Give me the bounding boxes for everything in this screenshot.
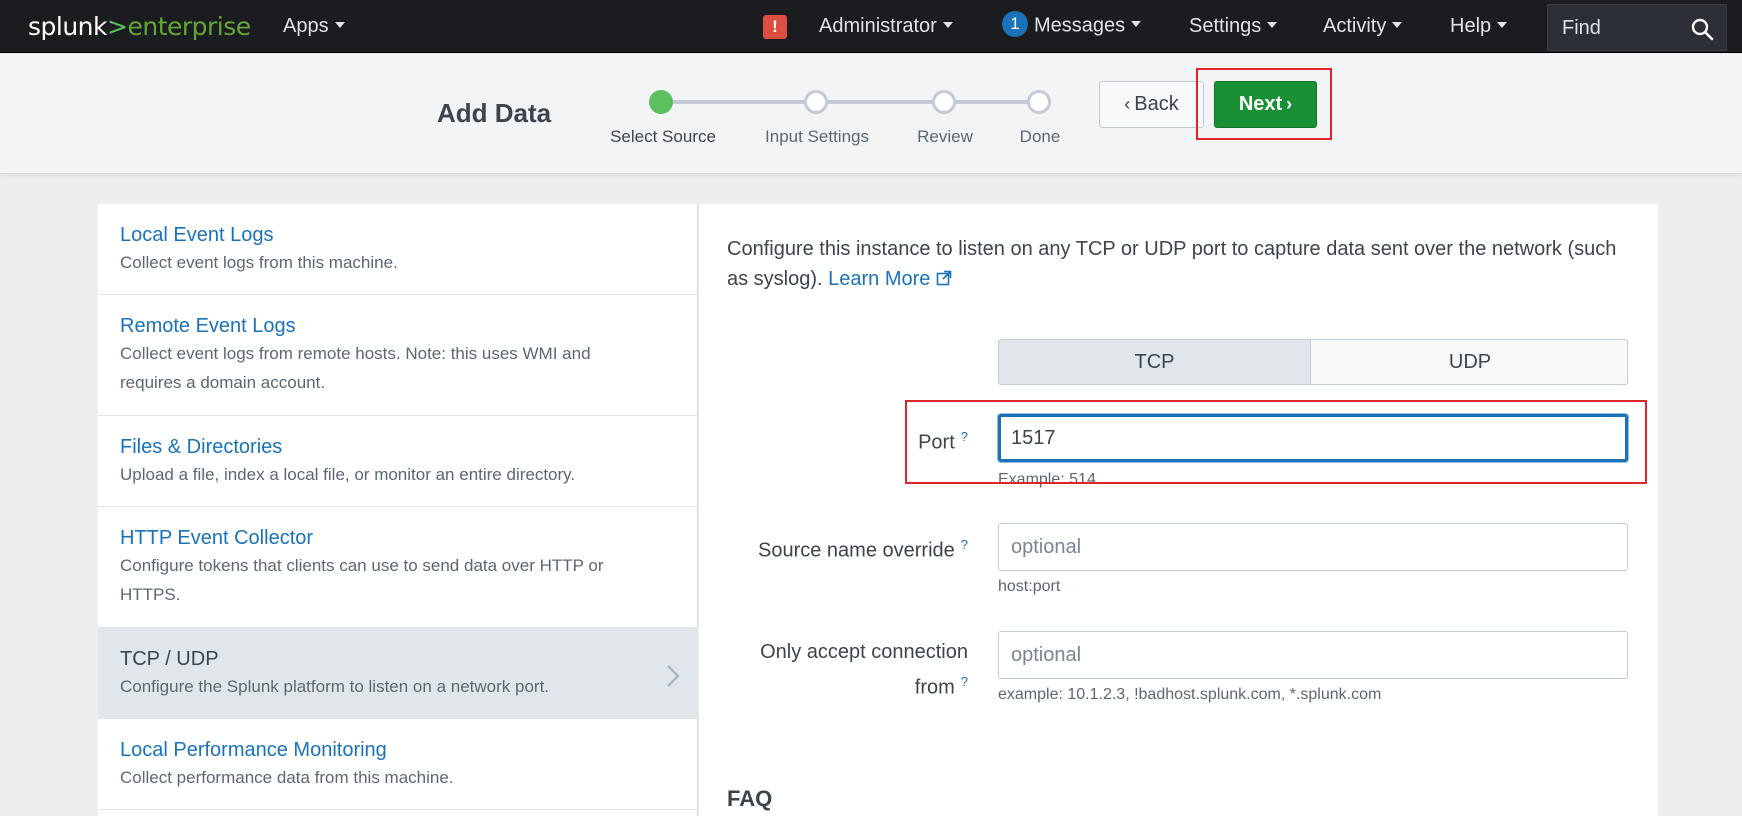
source-desc: Configure the Splunk platform to listen … (120, 677, 550, 696)
find-input[interactable] (1562, 15, 1682, 41)
user-label: Administrator (819, 15, 937, 37)
activity-label: Activity (1323, 15, 1387, 37)
source-tcp-udp[interactable]: TCP / UDP Configure the Splunk platform … (98, 628, 698, 719)
accept-label-line2: from (914, 676, 955, 699)
apps-menu[interactable]: Apps (283, 15, 345, 38)
next-label: Next (1238, 93, 1283, 115)
logo-suffix-text: enterprise (127, 12, 251, 41)
protocol-toggle: TCP UDP (998, 339, 1628, 385)
back-label: Back (1134, 93, 1179, 115)
accept-help-icon[interactable]: ? (961, 674, 968, 689)
add-data-header: Add Data Select Source Input Settings Re… (0, 54, 1742, 174)
messages-label: Messages (1034, 14, 1126, 37)
caret-down-icon (1267, 21, 1278, 28)
source-desc: Upload a file, index a local file, or mo… (120, 465, 576, 484)
back-button[interactable]: ‹ Back (1099, 81, 1204, 128)
source-files-directories[interactable]: Files & Directories Upload a file, index… (98, 416, 698, 507)
source-desc: Configure tokens that clients can use to… (120, 556, 604, 604)
learn-more-link[interactable]: Learn More (828, 268, 952, 290)
help-menu[interactable]: Help (1450, 15, 1508, 38)
caret-down-icon (942, 21, 953, 28)
caret-down-icon (1497, 21, 1508, 28)
port-help-text: Example: 514 (998, 471, 1096, 488)
source-help-text: host:port (998, 578, 1061, 595)
source-help-icon[interactable]: ? (961, 537, 968, 552)
source-name-override-label: Source name override? (758, 530, 968, 566)
source-label-text: Source name override (757, 539, 955, 562)
alert-icon[interactable]: ! (763, 15, 787, 39)
messages-menu[interactable]: 1 Messages (1002, 11, 1142, 39)
protocol-udp-button[interactable]: UDP (1312, 340, 1627, 384)
step-label-select-source: Select Source (610, 127, 716, 146)
source-http-event-collector[interactable]: HTTP Event Collector Configure tokens th… (98, 507, 698, 628)
port-help-icon[interactable]: ? (961, 429, 968, 444)
activity-menu[interactable]: Activity (1323, 15, 1403, 38)
search-icon[interactable] (1690, 17, 1714, 41)
splunk-logo[interactable]: splunk>enterprise (28, 12, 251, 41)
source-desc: Collect event logs from this machine. (120, 253, 398, 272)
top-navigation-bar: splunk>enterprise Apps ! Administrator 1… (0, 0, 1742, 53)
accept-label-line1: Only accept connection (760, 641, 968, 663)
external-link-icon (937, 270, 952, 286)
settings-menu[interactable]: Settings (1189, 15, 1278, 38)
source-desc: Collect event logs from remote hosts. No… (120, 344, 591, 392)
apps-label: Apps (283, 15, 329, 37)
step-dot-review (932, 90, 956, 114)
chevron-right-icon: › (1286, 94, 1293, 114)
learn-more-label: Learn More (828, 268, 931, 290)
protocol-tcp-button[interactable]: TCP (999, 340, 1311, 384)
source-title: HTTP Event Collector (120, 527, 314, 549)
caret-down-icon (1131, 21, 1142, 27)
page-title: Add Data (437, 98, 552, 128)
chevron-right-icon (667, 665, 680, 687)
source-name-override-input[interactable] (998, 523, 1628, 571)
intro-text-block: Configure this instance to listen on any… (727, 234, 1627, 294)
port-label: Port? (918, 422, 968, 458)
step-label-done: Done (1019, 127, 1061, 146)
source-title: Remote Event Logs (120, 315, 296, 337)
step-progress-line (661, 100, 1039, 104)
port-input[interactable] (998, 414, 1628, 462)
caret-down-icon (1392, 21, 1403, 28)
step-label-review: Review (917, 127, 973, 146)
accept-help-text: example: 10.1.2.3, !badhost.splunk.com, … (998, 686, 1382, 703)
help-label: Help (1450, 15, 1492, 37)
source-remote-event-logs[interactable]: Remote Event Logs Collect event logs fro… (98, 295, 698, 416)
accept-connection-input[interactable] (998, 631, 1628, 679)
next-button[interactable]: Next › (1214, 81, 1317, 128)
find-box (1547, 4, 1727, 51)
source-local-event-logs[interactable]: Local Event Logs Collect event logs from… (98, 204, 698, 295)
step-label-input-settings: Input Settings (765, 127, 869, 146)
source-local-performance-monitoring[interactable]: Local Performance Monitoring Collect per… (98, 719, 698, 810)
logo-main-text: splunk (28, 12, 108, 41)
step-dot-input-settings (804, 90, 828, 114)
source-title: TCP / UDP (120, 648, 219, 670)
source-desc: Collect performance data from this machi… (120, 768, 454, 787)
port-label-text: Port (918, 431, 955, 454)
data-source-list: Local Event Logs Collect event logs from… (98, 204, 698, 816)
user-menu[interactable]: Administrator (819, 15, 953, 38)
step-dot-done (1027, 90, 1051, 114)
source-title: Local Event Logs (120, 224, 274, 246)
source-title: Local Performance Monitoring (120, 739, 387, 761)
tcp-udp-config-panel: Configure this instance to listen on any… (699, 204, 1658, 816)
faq-heading: FAQ (727, 786, 773, 811)
settings-label: Settings (1189, 15, 1262, 37)
step-dot-select-source (649, 90, 673, 114)
messages-count-badge: 1 (1002, 11, 1028, 37)
logo-gt-text: > (107, 12, 128, 41)
accept-connection-label: Only accept connection from? (760, 637, 968, 703)
chevron-left-icon: ‹ (1124, 94, 1131, 114)
caret-down-icon (334, 21, 345, 28)
source-title: Files & Directories (120, 436, 283, 458)
